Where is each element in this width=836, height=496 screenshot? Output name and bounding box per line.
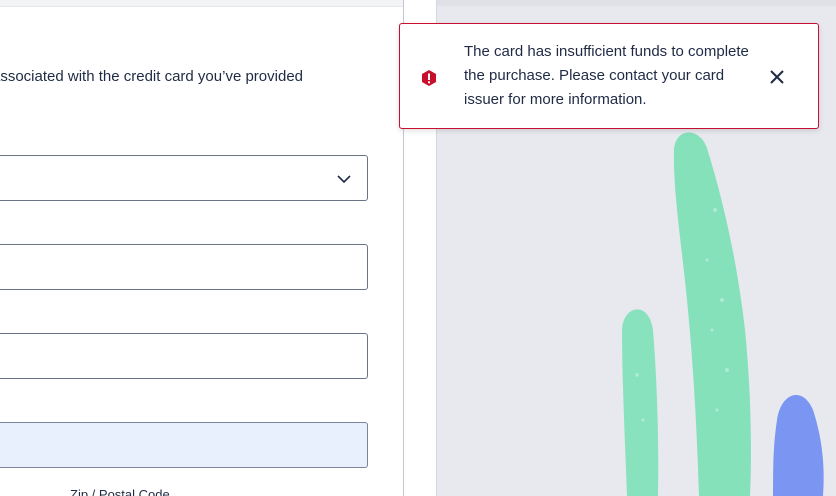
billing-description: associated with the credit card you’ve p… [0, 68, 304, 85]
chevron-down-icon [337, 175, 351, 184]
close-icon[interactable] [766, 66, 788, 88]
billing-form-panel: associated with the credit card you’ve p… [0, 0, 403, 496]
tall-cactus [673, 132, 751, 496]
error-toast: The card has insufficient funds to compl… [399, 23, 819, 129]
city-input[interactable] [0, 333, 368, 379]
state-input[interactable] [0, 422, 368, 468]
toast-message: The card has insufficient funds to compl… [464, 43, 749, 108]
blue-plant [773, 395, 824, 496]
short-cactus [622, 309, 659, 496]
zip-label: Zip / Postal Code [70, 487, 170, 496]
top-bar [0, 0, 403, 7]
country-select[interactable] [0, 155, 368, 201]
address-input[interactable] [0, 244, 368, 290]
error-icon [422, 70, 436, 86]
